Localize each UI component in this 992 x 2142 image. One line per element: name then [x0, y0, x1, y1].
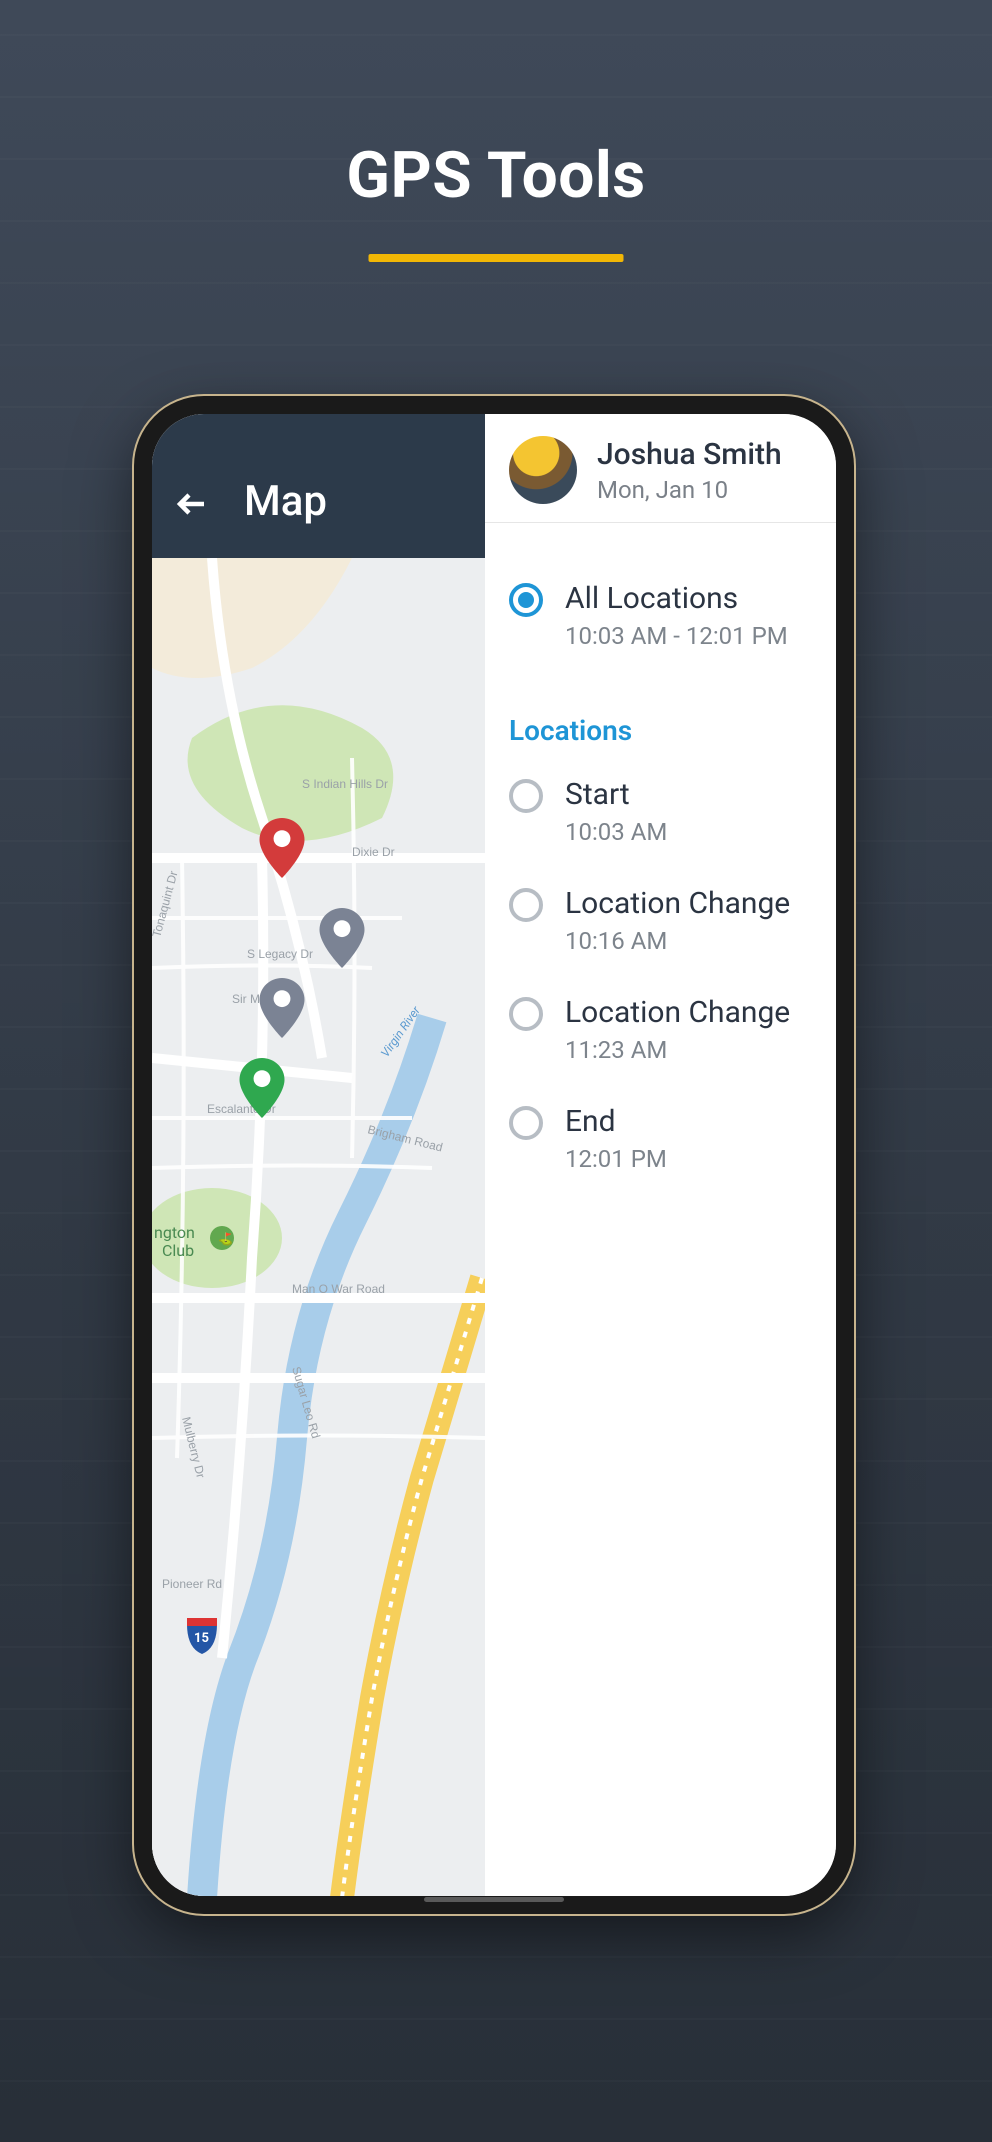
map-pin-change-2[interactable]: [259, 978, 305, 1038]
map-svg: S Indian Hills Dr Dixie Dr S Legacy Dr T…: [152, 558, 485, 1896]
user-date: Mon, Jan 10: [597, 476, 782, 504]
map-pin-change-1[interactable]: [319, 908, 365, 968]
svg-text:⛳: ⛳: [218, 1232, 233, 1246]
page-title: GPS Tools: [0, 138, 992, 213]
map-header: Map: [152, 414, 485, 558]
svg-text:S Indian Hills Dr: S Indian Hills Dr: [302, 777, 388, 791]
location-row-change-2[interactable]: Location Change 11:23 AM: [509, 975, 812, 1084]
map-pin-end[interactable]: [239, 1058, 285, 1118]
location-time: 11:23 AM: [565, 1036, 790, 1064]
location-row-end[interactable]: End 12:01 PM: [509, 1084, 812, 1193]
svg-text:S Legacy Dr: S Legacy Dr: [247, 947, 313, 961]
map-pin-start[interactable]: [259, 818, 305, 878]
svg-text:15: 15: [194, 1631, 209, 1646]
phone-screen: Map: [152, 414, 836, 1896]
svg-text:Dixie Dr: Dixie Dr: [352, 845, 395, 859]
back-button[interactable]: [170, 482, 214, 526]
radio-icon: [509, 1106, 543, 1140]
location-title: End: [565, 1104, 667, 1139]
all-locations-range: 10:03 AM - 12:01 PM: [565, 622, 788, 650]
all-locations-title: All Locations: [565, 581, 788, 616]
location-time: 10:03 AM: [565, 818, 667, 846]
location-title: Start: [565, 777, 667, 812]
avatar: [509, 436, 577, 504]
location-row-start[interactable]: Start 10:03 AM: [509, 757, 812, 866]
location-row-change-1[interactable]: Location Change 10:16 AM: [509, 866, 812, 975]
arrow-left-icon: [174, 486, 210, 522]
map-header-title: Map: [244, 477, 327, 526]
location-time: 10:16 AM: [565, 927, 790, 955]
radio-icon: [509, 888, 543, 922]
svg-text:Pioneer Rd: Pioneer Rd: [162, 1577, 222, 1591]
location-time: 12:01 PM: [565, 1145, 667, 1173]
location-title: Location Change: [565, 886, 790, 921]
detail-panel: Joshua Smith Mon, Jan 10 All Locations 1…: [485, 414, 836, 1896]
locations-section-label: Locations: [509, 670, 812, 757]
radio-selected-icon: [509, 583, 543, 617]
user-name: Joshua Smith: [597, 437, 782, 472]
map-canvas[interactable]: S Indian Hills Dr Dixie Dr S Legacy Dr T…: [152, 558, 485, 1896]
all-locations-row[interactable]: All Locations 10:03 AM - 12:01 PM: [509, 561, 812, 670]
svg-text:Man O War Road: Man O War Road: [292, 1282, 385, 1296]
user-header: Joshua Smith Mon, Jan 10: [485, 414, 836, 523]
panel-body: All Locations 10:03 AM - 12:01 PM Locati…: [485, 523, 836, 1193]
location-title: Location Change: [565, 995, 790, 1030]
phone-frame: Map: [134, 396, 854, 1914]
radio-icon: [509, 997, 543, 1031]
map-panel: Map: [152, 414, 485, 1896]
radio-icon: [509, 779, 543, 813]
page-title-underline: [369, 254, 624, 262]
